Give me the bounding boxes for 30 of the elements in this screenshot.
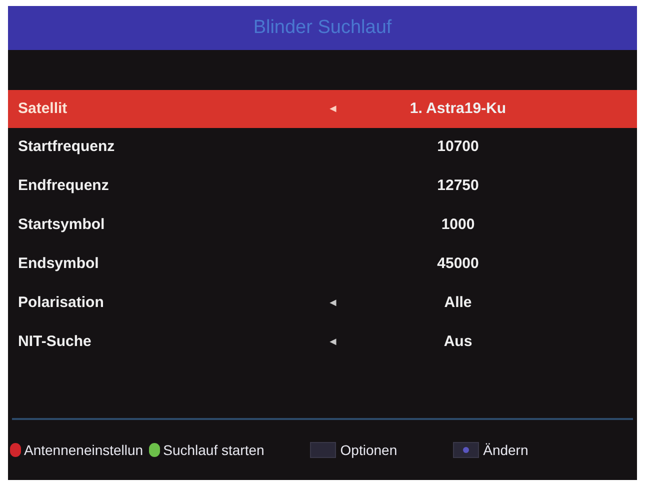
setting-label: Startsymbol xyxy=(17,215,106,236)
remote-key-icon xyxy=(453,442,480,458)
left-arrow[interactable]: ◄ xyxy=(308,295,358,312)
setting-value: 1000 xyxy=(440,215,476,236)
setting-value: 1. Astra19-Ku xyxy=(408,98,508,119)
remote-key-icon xyxy=(310,442,336,458)
key-hint: Ändern xyxy=(483,440,528,460)
setting-label: Startfrequenz xyxy=(17,137,116,158)
left-arrow[interactable]: ◄ xyxy=(308,334,358,351)
setting-row[interactable]: Startsymbol 1000 xyxy=(8,206,637,245)
setting-row[interactable]: Startfrequenz 10700 xyxy=(8,128,637,167)
setting-label: Endsymbol xyxy=(17,254,100,274)
setting-label: Satellit xyxy=(17,98,68,119)
setting-value: Aus xyxy=(442,332,474,352)
setting-label: Polarisation xyxy=(17,293,105,314)
setting-row[interactable]: NIT-Suche ◄ Aus xyxy=(8,323,637,362)
key-hint: Optionen xyxy=(340,440,398,460)
key-hint: Antenneneinstellun xyxy=(24,440,144,460)
setting-value: 45000 xyxy=(436,254,480,274)
selected-setting-row[interactable]: Satellit ◄ 1. Astra19-Ku xyxy=(8,90,637,128)
setting-row[interactable]: Endfrequenz 12750 xyxy=(8,167,637,206)
setting-row[interactable]: Polarisation ◄ Alle xyxy=(8,284,637,323)
setting-value: 12750 xyxy=(436,176,480,196)
window-title: Blinder Suchlauf xyxy=(253,16,392,40)
setting-row[interactable]: Endsymbol 45000 xyxy=(8,245,637,284)
key-hint: Suchlauf starten xyxy=(163,440,264,460)
setting-label: NIT-Suche xyxy=(17,332,92,352)
setting-value: 10700 xyxy=(436,137,480,158)
setting-label: Endfrequenz xyxy=(17,176,110,196)
setting-value: Alle xyxy=(443,293,473,314)
